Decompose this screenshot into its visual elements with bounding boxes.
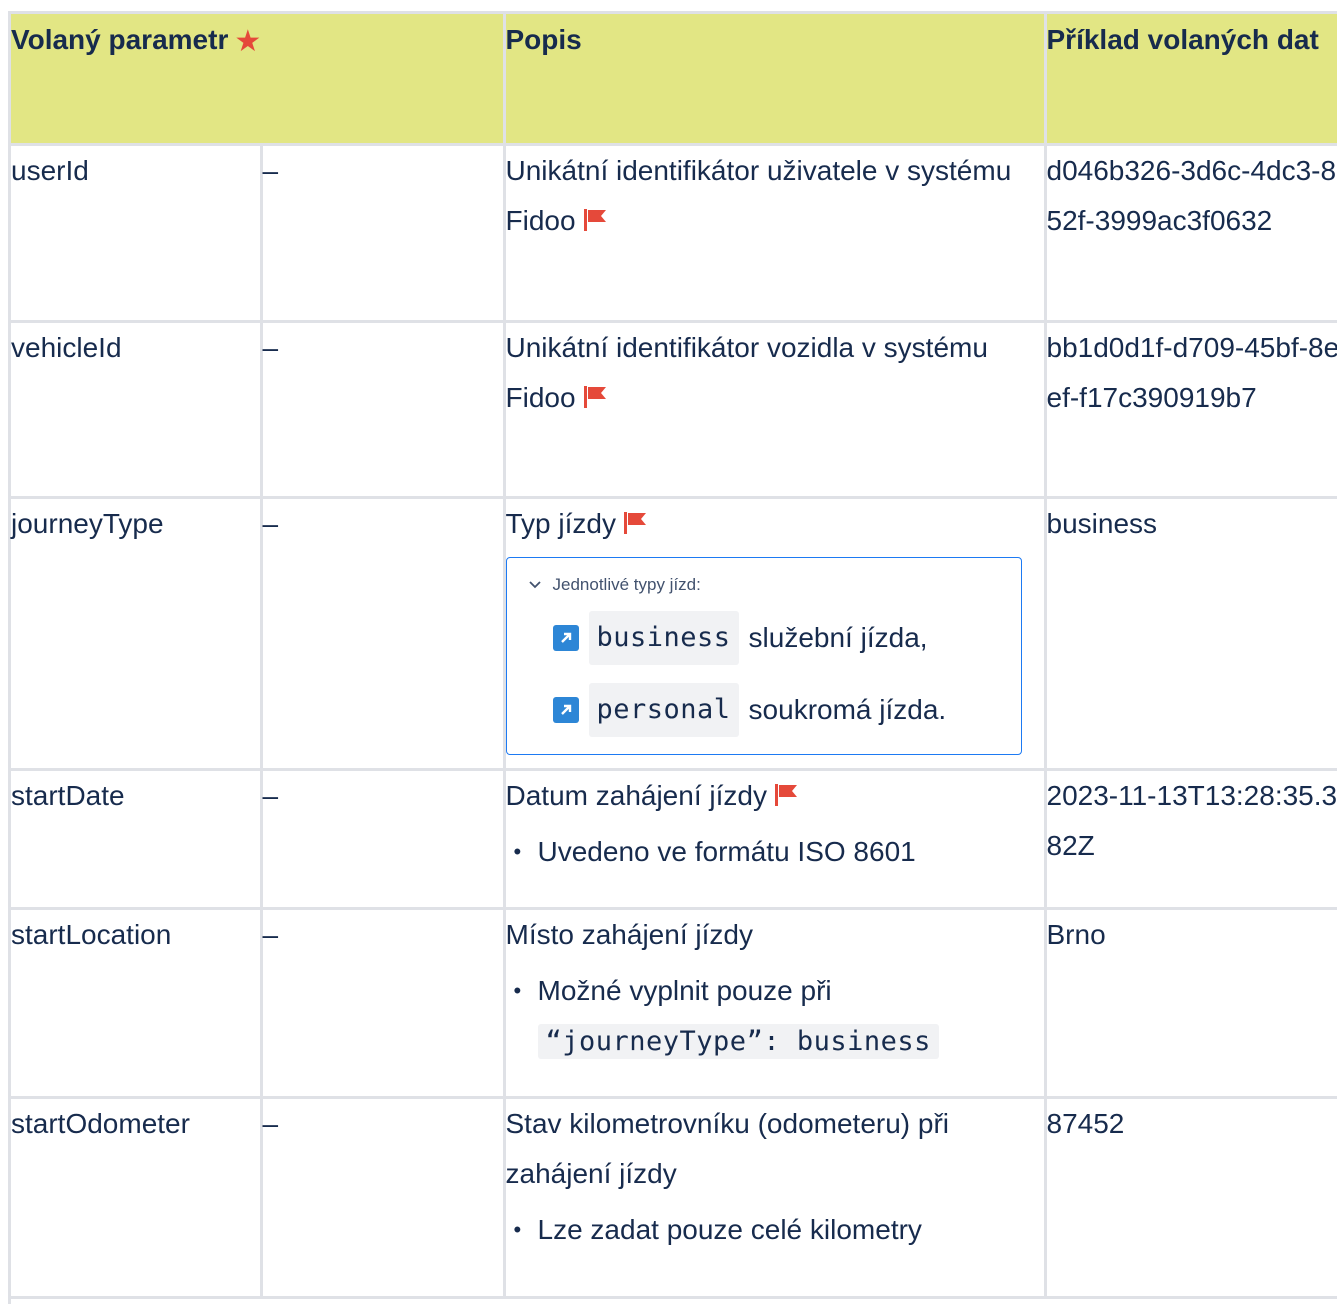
arrow-up-right-icon — [552, 624, 579, 651]
flag-icon — [623, 511, 646, 534]
bullet-item: Uvedeno ve formátu ISO 8601 — [514, 827, 1044, 877]
expand-item-text: služební jízda, — [748, 621, 928, 653]
param-name: startLocation — [11, 908, 263, 1099]
param-name: vehicleId — [11, 321, 263, 499]
bullet-list: Lze zadat pouze celé kilometry — [506, 1205, 1044, 1255]
param-description: Typ jízdy Jednotlivé typy jízd: business… — [504, 497, 1047, 771]
param-dash: – — [261, 497, 506, 771]
parameter-table-frame: Volaný parametr ★ Popis Příklad volaných … — [8, 11, 1337, 1304]
bullet-item: Lze zadat pouze celé kilometry — [514, 1205, 1044, 1255]
table-row: userId – Unikátní identifikátor uživatel… — [11, 144, 1337, 323]
bullet-list: Uvedeno ve formátu ISO 8601 — [506, 827, 1044, 877]
flag-icon — [583, 208, 606, 231]
table-row: startOdometer – Stav kilometrovníku (odo… — [11, 1097, 1337, 1299]
arrow-up-right-icon — [552, 696, 579, 723]
param-description: Unikátní identifikátor vozidla v systému… — [504, 321, 1047, 499]
expand-toggle[interactable]: Jednotlivé typy jízd: — [527, 568, 1001, 602]
star-icon: ★ — [234, 25, 262, 58]
param-name: startOdometer — [11, 1097, 263, 1299]
expand-item-code: business — [588, 610, 739, 665]
expand-panel[interactable]: Jednotlivé typy jízd: business služební … — [505, 556, 1022, 755]
header-param-label: Volaný parametr — [11, 24, 229, 55]
description-text: Typ jízdy — [505, 507, 616, 539]
param-dash: – — [261, 769, 506, 910]
param-dash: – — [261, 144, 506, 323]
param-example: 2023-11-13T13:28:35.382Z — [1045, 769, 1337, 910]
table-row: vehicleId – Unikátní identifikátor vozid… — [11, 321, 1337, 499]
bullet-list: Možné vyplnit pouze při “journeyType”: b… — [506, 966, 1044, 1067]
param-description: Unikátní identifikátor uživatele v systé… — [504, 144, 1047, 323]
param-example: bb1d0d1f-d709-45bf-8eef-f17c390919b7 — [1045, 321, 1337, 499]
bullet-text: Možné vyplnit pouze při — [537, 974, 832, 1006]
expand-item: business služební jízda, — [527, 602, 1001, 674]
param-name: journeyType — [11, 497, 263, 771]
expand-item: personal soukromá jízda. — [527, 674, 1001, 746]
header-param: Volaný parametr ★ — [11, 14, 506, 146]
param-dash: – — [261, 908, 506, 1099]
bullet-item: Možné vyplnit pouze při “journeyType”: b… — [514, 966, 1044, 1067]
param-name: startDate — [11, 769, 263, 910]
param-name: userId — [11, 144, 263, 323]
param-example: 87452 — [1045, 1097, 1337, 1299]
table-row: startLocation – Místo zahájení jízdy Mož… — [11, 908, 1337, 1099]
header-example-label: Příklad volaných dat — [1046, 24, 1319, 55]
description-text: Stav kilometrovníku (odometeru) při zahá… — [505, 1107, 950, 1189]
param-example: Brno — [1045, 908, 1337, 1099]
param-dash: – — [261, 1097, 506, 1299]
description-text: Datum zahájení jízdy — [505, 779, 767, 811]
chevron-down-icon[interactable] — [527, 577, 543, 593]
header-desc-label: Popis — [505, 24, 582, 55]
param-example: d046b326-3d6c-4dc3-852f-3999ac3f0632 — [1045, 144, 1337, 323]
param-example: business — [1045, 497, 1337, 771]
param-description: Datum zahájení jízdy Uvedeno ve formátu … — [504, 769, 1047, 910]
header-example: Příklad volaných dat — [1045, 14, 1337, 146]
table-row: journeyType – Typ jízdy Jednotlivé typy … — [11, 497, 1337, 771]
bullet-code: “journeyType”: business — [537, 1023, 939, 1059]
description-text: Unikátní identifikátor vozidla v systému… — [505, 331, 988, 413]
table-header-row: Volaný parametr ★ Popis Příklad volaných … — [11, 14, 1337, 146]
param-description: Místo zahájení jízdy Možné vyplnit pouze… — [504, 908, 1047, 1099]
param-description: Stav kilometrovníku (odometeru) při zahá… — [504, 1097, 1047, 1299]
param-dash: – — [261, 321, 506, 499]
expand-item-text: soukromá jízda. — [748, 693, 947, 725]
expand-title: Jednotlivé typy jízd: — [552, 574, 701, 594]
description-text: Místo zahájení jízdy — [505, 918, 753, 950]
table-row: startDate – Datum zahájení jízdy Uvedeno… — [11, 769, 1337, 910]
flag-icon — [774, 783, 797, 806]
flag-icon — [583, 385, 606, 408]
header-desc: Popis — [504, 14, 1047, 146]
parameter-table: Volaný parametr ★ Popis Příklad volaných … — [11, 14, 1337, 1299]
expand-item-code: personal — [588, 682, 739, 737]
